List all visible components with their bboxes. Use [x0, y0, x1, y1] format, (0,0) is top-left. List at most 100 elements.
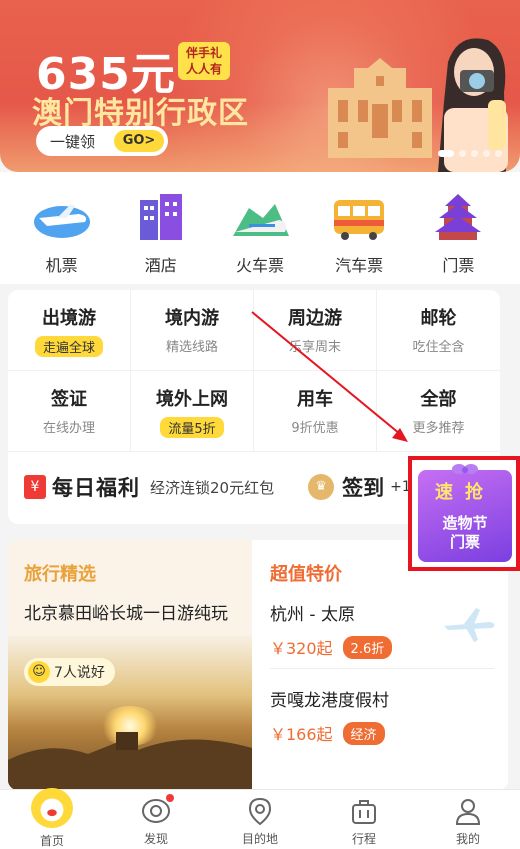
service-roaming[interactable]: 境外上网 流量5折	[131, 371, 254, 452]
service-car[interactable]: 用车 9折优惠	[254, 371, 377, 452]
service-title: 邮轮	[420, 308, 457, 329]
tab-itinerary[interactable]: 行程	[324, 790, 404, 849]
tab-label: 我的	[455, 832, 480, 846]
likes-text: 7人说好	[54, 665, 105, 681]
service-title: 境内游	[165, 308, 219, 329]
travel-selection-title: 旅行精选	[24, 564, 96, 585]
service-title: 境外上网	[156, 389, 228, 410]
tab-mine[interactable]: 我的	[428, 790, 508, 849]
category-label: 酒店	[144, 256, 177, 275]
tab-home[interactable]: 首页	[12, 788, 92, 849]
category-row: 机票 酒店 火车票 汽车票 门票	[0, 172, 520, 284]
sign-in-label[interactable]: 签到	[342, 472, 384, 502]
gift-tag-line2: 人人有	[185, 62, 222, 76]
banner-pagination	[438, 150, 502, 157]
service-subtitle: 9折优惠	[291, 421, 339, 436]
flash-sale-event: 造物节 门票	[418, 514, 512, 552]
claim-label: 一键领	[50, 132, 96, 151]
special-deals: 超值特价 杭州 - 太原 ￥320起 2.6折 贡嘎龙港度假村 ￥166起 经济	[256, 540, 508, 790]
bottom-tab-bar: 首页 发现 目的地 行程 我的	[0, 788, 520, 849]
service-title: 周边游	[288, 308, 342, 329]
service-title: 签证	[51, 389, 87, 410]
category-label: 汽车票	[335, 256, 384, 275]
service-subtitle: 精选线路	[165, 340, 218, 355]
tour-title[interactable]: 北京慕田峪长城一日游纯玩	[24, 600, 234, 628]
pagination-dot	[495, 150, 502, 157]
deal-price: ￥320起	[270, 639, 333, 658]
service-outbound[interactable]: 出境游 走遍全球	[8, 290, 131, 371]
deal-route: 杭州 - 太原	[270, 605, 355, 625]
pagination-dot	[438, 150, 454, 157]
deal-price-row: ￥320起 2.6折	[270, 635, 500, 659]
likes-badge: ☺ 7人说好	[24, 658, 115, 686]
deal-route: 贡嘎龙港度假村	[270, 691, 389, 711]
travel-picks-card: 旅行精选 北京慕田峪长城一日游纯玩 ☺ 7人说好 超值特价 杭州 - 太原 ￥3…	[8, 540, 508, 790]
temple-icon	[435, 194, 482, 240]
location-pin-icon	[248, 797, 272, 826]
promo-banner[interactable]: 635元 伴手礼 人人有 澳门特别行政区 一键领 GO>	[0, 0, 520, 172]
flash-sale-highlight-box: 速抢 造物节 门票	[408, 456, 520, 571]
go-button[interactable]: GO>	[114, 130, 164, 152]
category-train[interactable]: 火车票	[215, 192, 305, 284]
tab-discover[interactable]: 发现	[116, 790, 196, 849]
service-subtitle: 在线办理	[42, 421, 95, 436]
flash-sale-event-line1: 造物节	[442, 514, 488, 532]
deal-tag: 2.6折	[342, 635, 393, 659]
smile-face-icon: ☺	[28, 661, 50, 683]
hotel-icon	[139, 194, 182, 240]
tab-destination[interactable]: 目的地	[220, 790, 300, 849]
pagination-dot	[459, 150, 466, 157]
train-icon	[232, 204, 289, 236]
tab-label: 行程	[351, 832, 376, 846]
services-grid: 出境游 走遍全球 境内游 精选线路 周边游 乐享周末 邮轮 吃住全含 签证 在线…	[8, 290, 500, 452]
deal-price-row: ￥166起 经济	[270, 721, 500, 745]
crown-icon: ♛	[308, 474, 335, 500]
deal-item[interactable]: 杭州 - 太原 ￥320起 2.6折	[270, 600, 500, 659]
pagination-dot	[483, 150, 490, 157]
flash-sale-button[interactable]: 速抢 造物节 门票	[418, 464, 512, 562]
service-subtitle: 更多推荐	[412, 421, 465, 436]
service-visa[interactable]: 签证 在线办理	[8, 371, 131, 452]
service-nearby[interactable]: 周边游 乐享周末	[254, 290, 377, 371]
service-domestic[interactable]: 境内游 精选线路	[131, 290, 254, 371]
bus-icon	[334, 200, 385, 240]
service-all[interactable]: 全部 更多推荐	[377, 371, 500, 452]
claim-button[interactable]: 一键领 GO>	[36, 126, 168, 156]
pagination-dot	[471, 150, 478, 157]
service-title: 出境游	[42, 308, 96, 329]
gift-bow-icon	[452, 464, 478, 474]
service-subtitle: 流量5折	[160, 417, 224, 438]
gift-tag-line1: 伴手礼	[185, 46, 222, 60]
deal-tag: 经济	[342, 721, 385, 745]
category-hotel[interactable]: 酒店	[116, 192, 206, 284]
tab-label: 目的地	[241, 832, 278, 846]
daily-welfare-title: 每日福利	[52, 476, 140, 500]
category-label: 机票	[45, 256, 78, 275]
tab-label: 发现	[143, 832, 168, 846]
category-bus[interactable]: 汽车票	[314, 192, 404, 284]
category-flights[interactable]: 机票	[17, 192, 107, 284]
category-label: 门票	[442, 256, 475, 275]
gift-tag: 伴手礼 人人有	[178, 42, 230, 80]
special-deals-title: 超值特价	[270, 564, 342, 585]
deal-item[interactable]: 贡嘎龙港度假村 ￥166起 经济	[270, 686, 500, 745]
divider	[270, 668, 494, 669]
great-wall-silhouette-icon	[8, 732, 252, 790]
travel-selection[interactable]: 旅行精选 北京慕田峪长城一日游纯玩 ☺ 7人说好	[8, 540, 252, 790]
airplane-icon	[33, 204, 90, 238]
service-cruise[interactable]: 邮轮 吃住全含	[377, 290, 500, 371]
service-title: 用车	[297, 389, 333, 410]
daily-welfare-desc: 经济连锁20元红包	[150, 478, 275, 497]
flash-sale-event-line2: 门票	[449, 533, 480, 551]
user-icon	[455, 799, 481, 825]
service-subtitle: 乐享周末	[288, 340, 341, 355]
suitcase-icon	[352, 800, 376, 824]
flash-sale-label: 速抢	[435, 482, 495, 503]
red-envelope-icon: ¥	[24, 475, 46, 499]
notification-dot	[166, 794, 174, 802]
home-pig-icon	[31, 788, 73, 828]
category-tickets[interactable]: 门票	[413, 192, 503, 284]
service-subtitle: 走遍全球	[34, 336, 103, 357]
tab-label: 首页	[39, 834, 64, 848]
deal-price: ￥166起	[270, 725, 333, 744]
